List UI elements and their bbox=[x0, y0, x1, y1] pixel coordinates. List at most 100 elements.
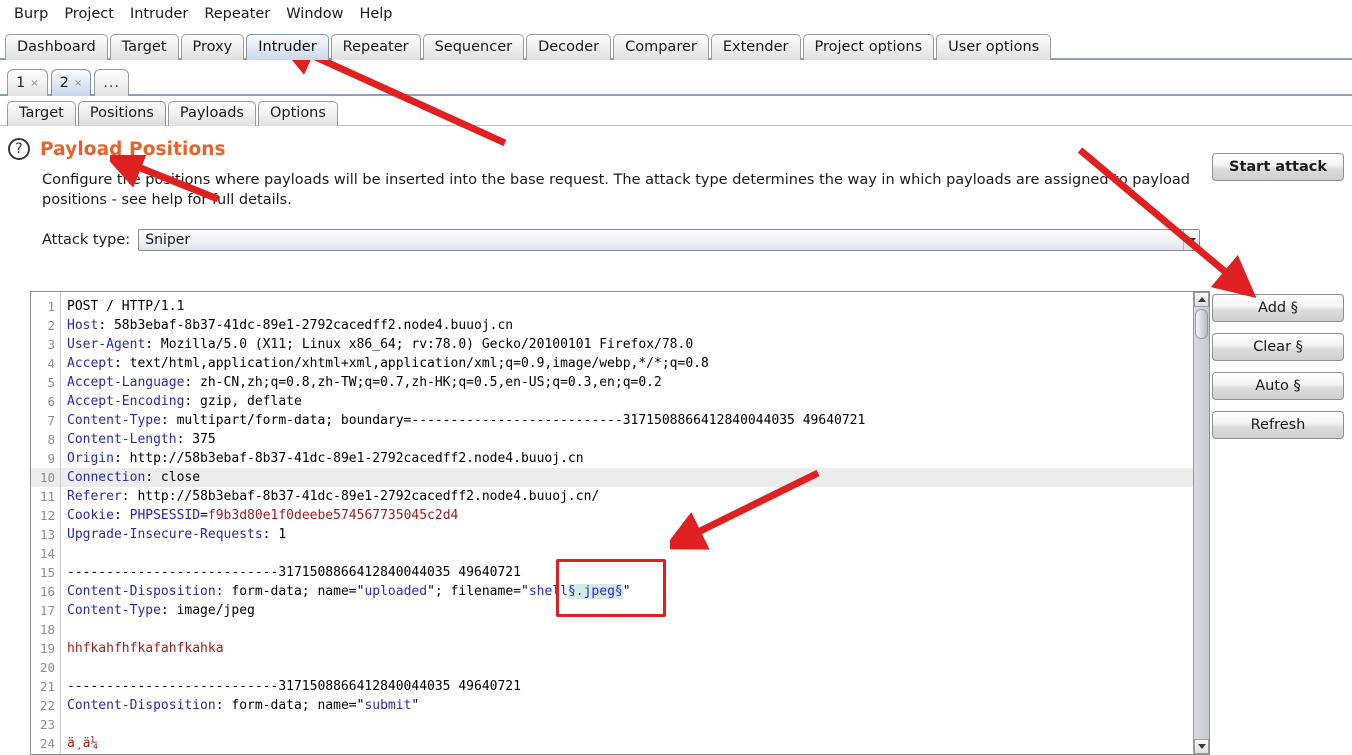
attack-tab-2[interactable]: 2 × bbox=[50, 69, 92, 96]
subtab-payloads[interactable]: Payloads bbox=[167, 101, 256, 126]
menu-item-intruder[interactable]: Intruder bbox=[122, 4, 196, 24]
scroll-down-icon[interactable] bbox=[1194, 739, 1209, 754]
request-line[interactable]: hhfkahfhfkafahfkahka bbox=[61, 639, 1209, 658]
tab-extender[interactable]: Extender bbox=[710, 34, 801, 60]
tab-proxy[interactable]: Proxy bbox=[180, 34, 245, 60]
request-token: Accept-Encoding bbox=[67, 394, 185, 409]
tab-repeater[interactable]: Repeater bbox=[330, 34, 421, 60]
tab-decoder[interactable]: Decoder bbox=[526, 34, 612, 60]
tab-dashboard[interactable]: Dashboard bbox=[5, 34, 108, 60]
burp-suite-window: Burp Project Intruder Repeater Window He… bbox=[0, 0, 1352, 755]
request-token: : multipart/form-data; boundary=--------… bbox=[160, 413, 866, 428]
request-token: Cookie bbox=[67, 508, 114, 523]
request-line[interactable]: Accept-Encoding: gzip, deflate bbox=[61, 392, 1209, 411]
line-number: 8 bbox=[47, 432, 55, 447]
request-token: ---------------------------3171508866412… bbox=[67, 679, 521, 694]
line-number: 5 bbox=[47, 375, 55, 390]
attack-type-value: Sniper bbox=[145, 232, 191, 248]
request-token: : 375 bbox=[176, 432, 216, 447]
tab-target[interactable]: Target bbox=[109, 34, 179, 60]
request-token: ä¸ä¼ bbox=[67, 736, 99, 751]
line-number: 15 bbox=[39, 565, 55, 580]
line-number: 23 bbox=[39, 717, 55, 732]
request-line[interactable]: Upgrade-Insecure-Requests: 1 bbox=[61, 525, 1209, 544]
subtab-options[interactable]: Options bbox=[257, 101, 338, 126]
main-tab-strip: Dashboard Target Proxy Intruder Repeater… bbox=[0, 28, 1352, 60]
attack-tab-more[interactable]: ... bbox=[94, 69, 130, 96]
request-token: : Mozilla/5.0 (X11; Linux x86_64; rv:78.… bbox=[145, 337, 694, 352]
request-line[interactable] bbox=[61, 620, 1209, 639]
tab-intruder[interactable]: Intruder bbox=[246, 34, 329, 60]
request-line[interactable]: Content-Disposition: form-data; name="su… bbox=[61, 696, 1209, 715]
request-token: : 1 bbox=[262, 527, 287, 542]
close-icon[interactable]: × bbox=[74, 78, 82, 89]
request-token: : bbox=[113, 508, 130, 523]
request-line[interactable]: Cookie: PHPSESSID=f9b3d80e1f0deebe574567… bbox=[61, 506, 1209, 525]
refresh-button[interactable]: Refresh bbox=[1212, 411, 1344, 439]
add-payload-marker-button[interactable]: Add § bbox=[1212, 294, 1344, 322]
line-number: 24 bbox=[39, 736, 55, 751]
request-line[interactable]: Origin: http://58b3ebaf-8b37-41dc-89e1-2… bbox=[61, 449, 1209, 468]
scrollbar-thumb[interactable] bbox=[1195, 309, 1208, 339]
subtab-target[interactable]: Target bbox=[7, 101, 76, 126]
subtab-positions[interactable]: Positions bbox=[77, 101, 166, 126]
request-token: shell bbox=[528, 584, 568, 599]
scroll-up-icon[interactable] bbox=[1194, 292, 1209, 307]
request-line[interactable]: ä¸ä¼ bbox=[61, 734, 1209, 753]
editor-vertical-scrollbar[interactable] bbox=[1193, 292, 1209, 754]
menu-item-repeater[interactable]: Repeater bbox=[196, 4, 278, 24]
attack-type-select[interactable]: Sniper bbox=[138, 229, 1201, 251]
start-attack-button[interactable]: Start attack bbox=[1212, 153, 1344, 181]
line-number: 12 bbox=[39, 508, 55, 523]
request-text[interactable]: POST / HTTP/1.1 Host: 58b3ebaf-8b37-41dc-… bbox=[61, 292, 1209, 754]
auto-payload-marker-button[interactable]: Auto § bbox=[1212, 372, 1344, 400]
menu-item-help[interactable]: Help bbox=[351, 4, 400, 24]
request-token: : form-data; name=" bbox=[215, 698, 365, 713]
request-line[interactable]: Referer: http://58b3ebaf-8b37-41dc-89e1-… bbox=[61, 487, 1209, 506]
close-icon[interactable]: × bbox=[30, 78, 38, 89]
line-number: 10 bbox=[31, 468, 60, 487]
clear-payload-marker-button[interactable]: Clear § bbox=[1212, 333, 1344, 361]
request-editor[interactable]: 1 2 3 4 5 6 7 8 9 10 11 12 13 14 15 16 17 18 19 20 21 22 23 24 … bbox=[30, 291, 1210, 755]
help-icon[interactable]: ? bbox=[8, 138, 30, 160]
attack-tab-1[interactable]: 1 × bbox=[7, 69, 48, 96]
payload-positions-panel: ? Payload Positions Configure the positi… bbox=[0, 126, 1352, 251]
request-line[interactable]: Content-Type: multipart/form-data; bound… bbox=[61, 411, 1209, 430]
tab-sequencer[interactable]: Sequencer bbox=[422, 34, 525, 60]
request-line[interactable]: Connection: close bbox=[61, 468, 1209, 487]
request-line[interactable]: Accept-Language: zh-CN,zh;q=0.8,zh-TW;q=… bbox=[61, 373, 1209, 392]
menu-item-window[interactable]: Window bbox=[278, 4, 351, 24]
request-line[interactable] bbox=[61, 544, 1209, 563]
request-line[interactable]: ---------------------------3171508866412… bbox=[61, 563, 1209, 582]
request-line[interactable]: User-Agent: Mozilla/5.0 (X11; Linux x86_… bbox=[61, 335, 1209, 354]
menu-item-project[interactable]: Project bbox=[56, 4, 122, 24]
line-number: 9 bbox=[47, 451, 55, 466]
request-line[interactable]: Content-Length: 375 bbox=[61, 430, 1209, 449]
line-number: 6 bbox=[47, 394, 55, 409]
request-token: : gzip, deflate bbox=[184, 394, 302, 409]
request-token: : http://58b3ebaf-8b37-41dc-89e1-2792cac… bbox=[113, 451, 584, 466]
request-token: Content-Type bbox=[67, 603, 161, 618]
request-line[interactable]: Content-Type: image/jpeg bbox=[61, 601, 1209, 620]
request-line[interactable]: Accept: text/html,application/xhtml+xml,… bbox=[61, 354, 1209, 373]
line-number-gutter: 1 2 3 4 5 6 7 8 9 10 11 12 13 14 15 16 17 18 19 20 21 22 23 24 bbox=[31, 292, 61, 754]
tab-project-options[interactable]: Project options bbox=[802, 34, 935, 60]
line-number: 21 bbox=[39, 679, 55, 694]
request-line[interactable]: Content-Disposition: form-data; name="up… bbox=[61, 582, 1209, 601]
request-line[interactable] bbox=[61, 715, 1209, 734]
request-token: : close bbox=[145, 470, 201, 485]
request-token: PHPSESSID bbox=[129, 508, 201, 523]
chevron-down-icon[interactable] bbox=[1183, 230, 1200, 250]
request-line[interactable]: POST / HTTP/1.1 bbox=[61, 297, 1209, 316]
request-line[interactable]: Host: 58b3ebaf-8b37-41dc-89e1-2792cacedf… bbox=[61, 316, 1209, 335]
request-token: uploaded bbox=[364, 584, 428, 599]
tab-comparer[interactable]: Comparer bbox=[613, 34, 709, 60]
tab-user-options[interactable]: User options bbox=[936, 34, 1052, 60]
request-line[interactable]: ---------------------------3171508866412… bbox=[61, 677, 1209, 696]
panel-header: ? Payload Positions bbox=[0, 126, 1352, 160]
line-number: 14 bbox=[39, 546, 55, 561]
request-line[interactable] bbox=[61, 658, 1209, 677]
line-number: 11 bbox=[39, 489, 55, 504]
request-token: : image/jpeg bbox=[160, 603, 255, 618]
menu-item-burp[interactable]: Burp bbox=[6, 4, 56, 24]
